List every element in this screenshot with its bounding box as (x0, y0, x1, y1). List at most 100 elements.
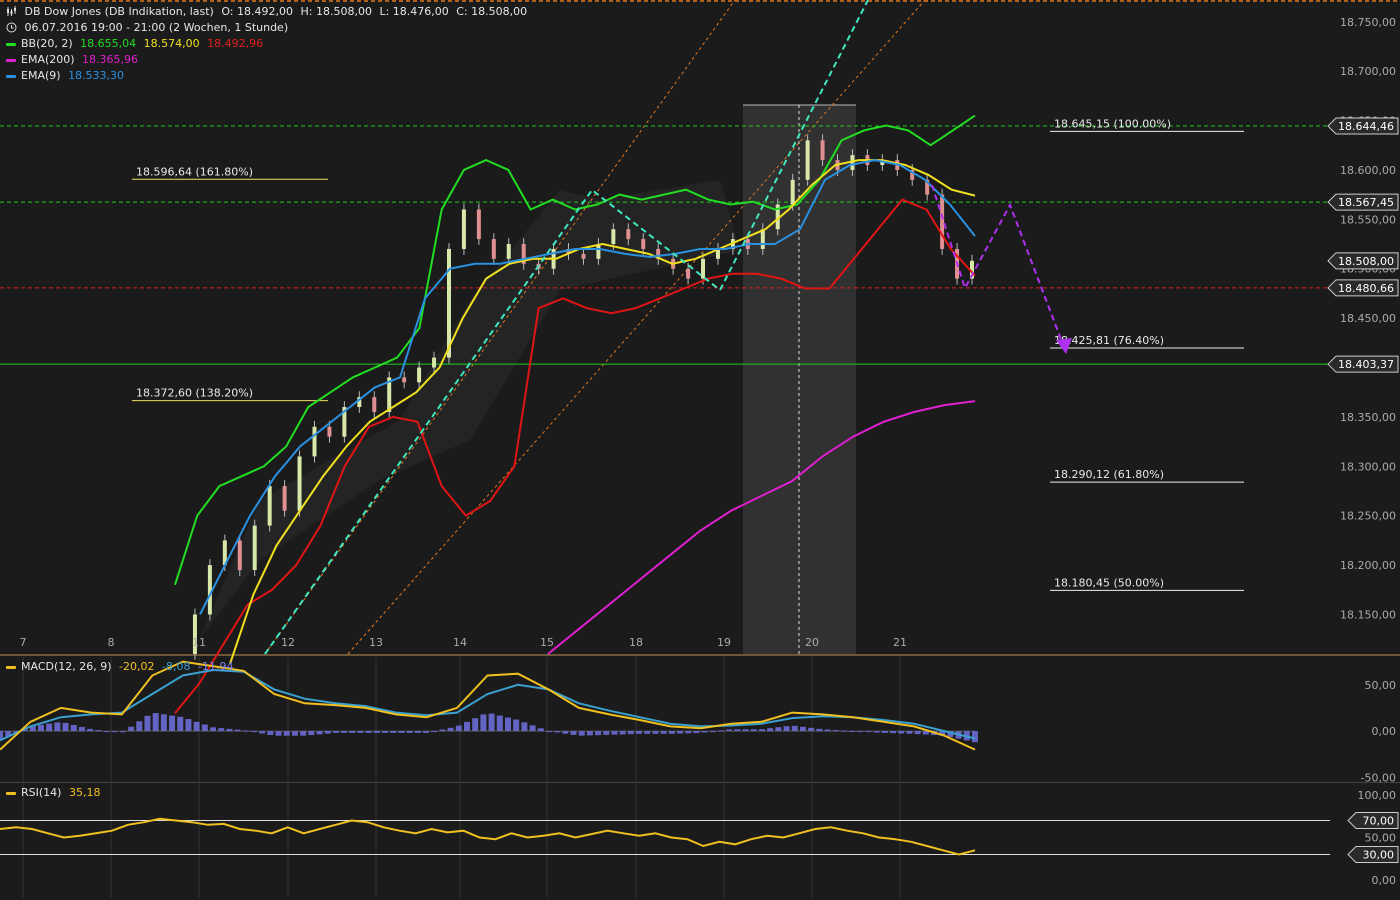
candle-body (402, 377, 407, 383)
x-tick-label: 15 (540, 636, 554, 649)
macd-histogram-bar (128, 726, 135, 732)
macd-histogram-bar (668, 731, 675, 734)
price-tick-label: 18.350,00 (1340, 411, 1396, 424)
macd-histogram-bar (160, 714, 167, 732)
bb-lower-value: 18.492,96 (207, 37, 264, 50)
macd-histogram-bar (152, 713, 159, 732)
macd-histogram-bar (709, 731, 716, 733)
rsi-tick-label: 100,00 (1358, 789, 1397, 802)
macd-histogram-bar (619, 731, 626, 735)
macd-histogram-bar (603, 731, 610, 735)
candle-body (252, 525, 257, 571)
bb-swatch (6, 42, 16, 46)
macd-histogram-bar (37, 724, 44, 732)
price-marker-label: 18.644,46 (1338, 120, 1394, 133)
macd-histogram-bar (275, 731, 282, 736)
macd-histogram-bar (349, 731, 356, 733)
period-text: 06.07.2016 19:00 - 21:00 (2 Wochen, 1 St… (24, 21, 289, 34)
candle-body (432, 357, 437, 368)
x-tick-label: 20 (805, 636, 819, 649)
macd-label: MACD(12, 26, 9) (21, 660, 112, 673)
macd-histogram-bar (701, 731, 708, 733)
macd-line (0, 660, 976, 751)
macd-histogram-bar (677, 731, 684, 734)
ohlc-high: H: 18.508,00 (300, 5, 372, 18)
instrument-title: DB Dow Jones (DB Indikation, last) (24, 5, 214, 18)
x-tick-label: 7 (20, 636, 27, 649)
price-tick-label: 18.250,00 (1340, 510, 1396, 523)
macd-histogram-bar (742, 729, 749, 732)
candle-body (790, 179, 795, 205)
macd-histogram-bar (210, 727, 217, 732)
macd-histogram-bar (464, 721, 471, 732)
fib-label: 18.290,12 (61.80%) (1054, 468, 1164, 481)
macd-histogram-bar (324, 731, 331, 734)
candle-body (267, 486, 272, 526)
ema200-label: EMA(200) (21, 53, 75, 66)
legend-bb[interactable]: BB(20, 2) 18.655,04 18.574,00 18.492,96 (6, 37, 267, 51)
macd-histogram-bar (562, 731, 569, 734)
macd-histogram-bar (95, 730, 102, 732)
fib-label: 18.180,45 (50.00%) (1054, 576, 1164, 589)
rsi-swatch (6, 791, 16, 795)
macd-tick-label: -50,00 (1361, 771, 1396, 784)
price-tick-label: 18.200,00 (1340, 559, 1396, 572)
macd-histogram-bar (406, 731, 413, 733)
macd-histogram-bar (783, 726, 790, 732)
ema9-value: 18.533,30 (68, 69, 125, 82)
macd-histogram-bar (169, 715, 176, 732)
macd-histogram-bar (513, 719, 520, 732)
clock-icon (6, 22, 17, 33)
macd-value: -20,02 (119, 660, 155, 673)
macd-histogram-bar (504, 717, 511, 732)
macd-histogram-bar (259, 731, 266, 734)
macd-histogram-bar (849, 731, 856, 733)
legend-macd[interactable]: MACD(12, 26, 9) -20,02 -8,08 -11,94 (6, 660, 237, 674)
price-tick-label: 18.150,00 (1340, 608, 1396, 621)
macd-histogram-bar (316, 731, 323, 735)
macd-histogram-bar (423, 731, 430, 733)
macd-histogram-bar (218, 728, 225, 732)
macd-histogram-bar (136, 721, 143, 732)
macd-histogram-bar (341, 731, 348, 733)
macd-histogram-bar (537, 728, 544, 732)
macd-histogram-bar (627, 731, 634, 735)
macd-signal-value: -8,08 (162, 660, 191, 673)
price-marker-label: 18.403,37 (1338, 358, 1394, 371)
macd-histogram-bar (750, 729, 757, 732)
macd-histogram-bar (652, 731, 659, 734)
macd-histogram-bar (832, 730, 839, 732)
macd-histogram-bar (906, 731, 913, 734)
candle-body (417, 367, 422, 383)
macd-histogram-bar (103, 731, 110, 733)
rsi-line (0, 817, 976, 856)
macd-histogram-bar (857, 731, 864, 733)
x-tick-label: 14 (453, 636, 467, 649)
price-tick-label: 18.450,00 (1340, 312, 1396, 325)
macd-histogram-bar (488, 713, 495, 732)
legend-rsi[interactable]: RSI(14) 35,18 (6, 786, 104, 800)
candle-body (940, 194, 945, 249)
candle-body (237, 540, 242, 571)
legend-ema200[interactable]: EMA(200) 18.365,96 (6, 53, 142, 67)
candle-body (372, 397, 377, 412)
macd-histogram-bar (431, 731, 438, 733)
macd-histogram-bar (291, 731, 298, 736)
macd-histogram-bar (332, 731, 339, 733)
legend-ema9[interactable]: EMA(9) 18.533,30 (6, 69, 128, 83)
macd-histogram-bar (390, 731, 397, 733)
macd-histogram-bar (414, 731, 421, 733)
candle-body (611, 229, 616, 245)
macd-histogram-bar (644, 731, 651, 734)
macd-histogram-bar (357, 731, 364, 733)
macd-histogram-bar (816, 728, 823, 732)
candle-body (491, 239, 496, 259)
macd-histogram-bar (185, 719, 192, 732)
price-marker-label: 18.567,45 (1338, 196, 1394, 209)
macd-histogram-bar (398, 731, 405, 733)
macd-histogram-bar (70, 724, 77, 732)
fib-label: 18.645,15 (100.00%) (1054, 117, 1171, 130)
macd-histogram-bar (193, 721, 200, 732)
macd-histogram-bar (496, 715, 503, 732)
candlestick-icon (6, 6, 17, 17)
